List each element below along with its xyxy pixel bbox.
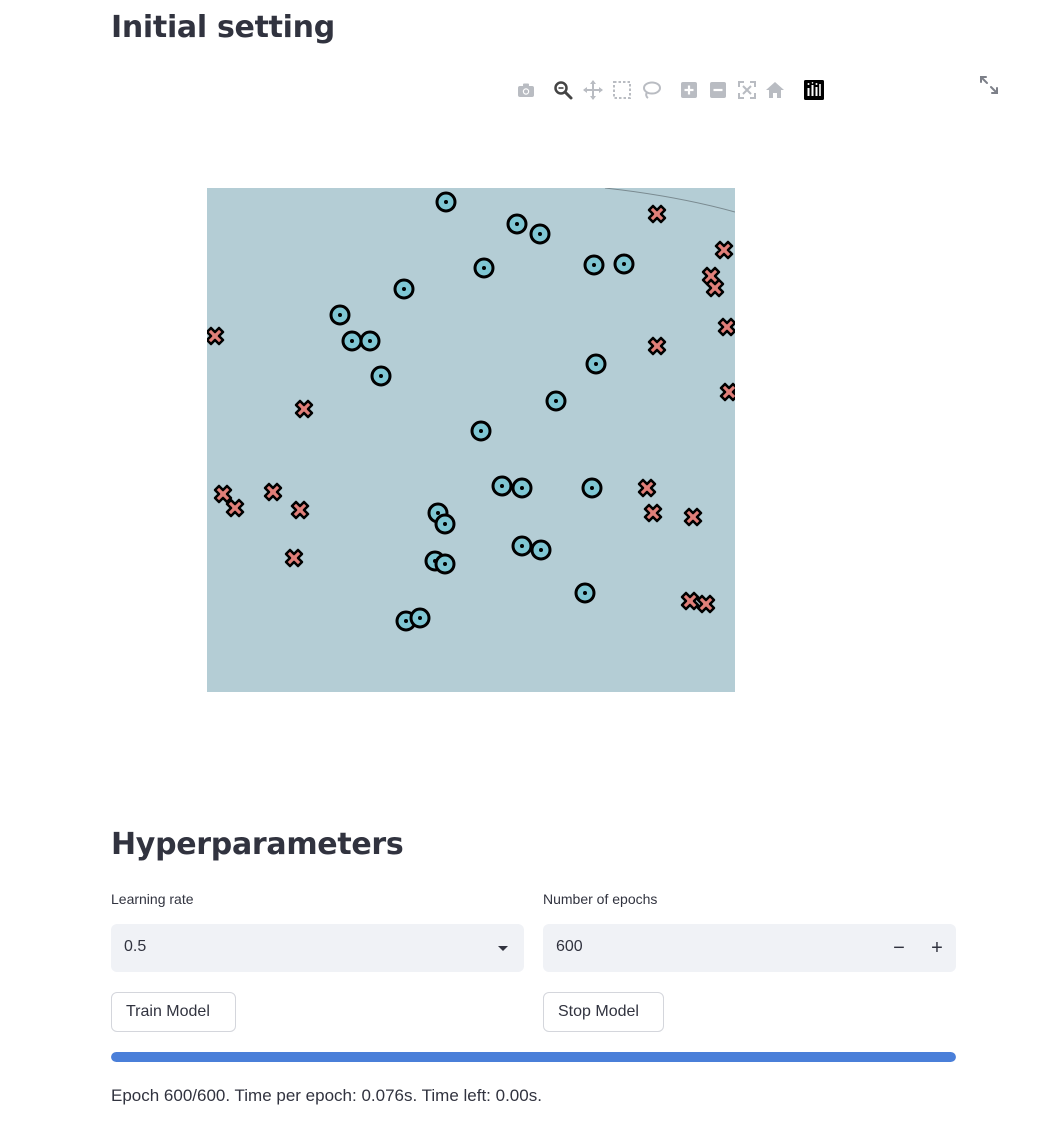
class-x-point <box>717 317 735 337</box>
training-progress-bar <box>111 1052 956 1062</box>
class-circle-point <box>491 475 513 497</box>
autoscale-icon[interactable] <box>735 78 759 102</box>
class-x-point <box>643 503 663 523</box>
class-x-point <box>207 326 225 346</box>
class-x-point <box>284 548 304 568</box>
lasso-icon[interactable] <box>639 78 663 102</box>
class-circle-point <box>409 607 431 629</box>
class-x-point <box>680 591 700 611</box>
class-circle-point <box>545 390 567 412</box>
class-circle-point <box>370 365 392 387</box>
class-circle-point <box>511 477 533 499</box>
class-circle-point <box>574 582 596 604</box>
class-circle-point <box>511 535 533 557</box>
class-x-point <box>683 507 703 527</box>
epochs-number-input[interactable]: 600 − + <box>543 924 956 972</box>
pan-icon[interactable] <box>581 78 605 102</box>
class-x-point <box>696 594 716 614</box>
section-title-initial-setting: Initial setting <box>111 10 335 45</box>
zoom-icon[interactable] <box>551 78 575 102</box>
box-select-icon[interactable] <box>610 78 634 102</box>
class-circle-point <box>434 513 456 535</box>
class-circle-point <box>581 477 603 499</box>
class-x-point <box>263 482 283 502</box>
class-x-point <box>290 500 310 520</box>
section-title-hyperparameters: Hyperparameters <box>111 827 404 862</box>
epochs-label: Number of epochs <box>543 891 658 907</box>
camera-icon[interactable] <box>514 78 538 102</box>
zoom-out-icon[interactable] <box>706 78 730 102</box>
decision-boundary-plot[interactable] <box>207 188 735 692</box>
class-circle-point <box>529 223 551 245</box>
class-circle-point <box>393 278 415 300</box>
zoom-in-icon[interactable] <box>677 78 701 102</box>
class-circle-point <box>473 257 495 279</box>
chevron-down-icon <box>498 946 508 951</box>
class-circle-point <box>470 420 492 442</box>
learning-rate-value: 0.5 <box>124 938 147 955</box>
class-x-point <box>714 240 734 260</box>
increment-button[interactable]: + <box>918 924 956 972</box>
class-x-point <box>213 484 233 504</box>
learning-rate-label: Learning rate <box>111 891 194 907</box>
class-x-point <box>647 204 667 224</box>
plotly-logo-icon[interactable] <box>802 78 826 102</box>
class-circle-point <box>530 539 552 561</box>
class-circle-point <box>434 553 456 575</box>
class-x-point <box>647 336 667 356</box>
class-circle-point <box>585 353 607 375</box>
class-x-point <box>637 478 657 498</box>
class-x-point <box>225 498 245 518</box>
class-circle-point <box>506 213 528 235</box>
epochs-value[interactable]: 600 <box>556 938 583 956</box>
reset-axes-icon[interactable] <box>763 78 787 102</box>
class-circle-point <box>329 304 351 326</box>
class-circle-point <box>341 330 363 352</box>
learning-rate-select[interactable]: 0.5 <box>111 924 524 972</box>
fullscreen-icon[interactable] <box>978 74 1000 96</box>
class-x-point <box>705 278 725 298</box>
stop-model-button[interactable]: Stop Model <box>543 992 664 1032</box>
train-model-button[interactable]: Train Model <box>111 992 236 1032</box>
plot-background <box>207 188 735 692</box>
class-circle-point <box>583 254 605 276</box>
decrement-button[interactable]: − <box>880 924 918 972</box>
training-progress-fill <box>111 1052 956 1062</box>
class-circle-point <box>613 253 635 275</box>
plot-canvas[interactable] <box>207 188 735 692</box>
class-circle-point <box>359 330 381 352</box>
training-status-text: Epoch 600/600. Time per epoch: 0.076s. T… <box>111 1086 542 1105</box>
class-x-point <box>294 399 314 419</box>
class-circle-point <box>435 191 457 213</box>
